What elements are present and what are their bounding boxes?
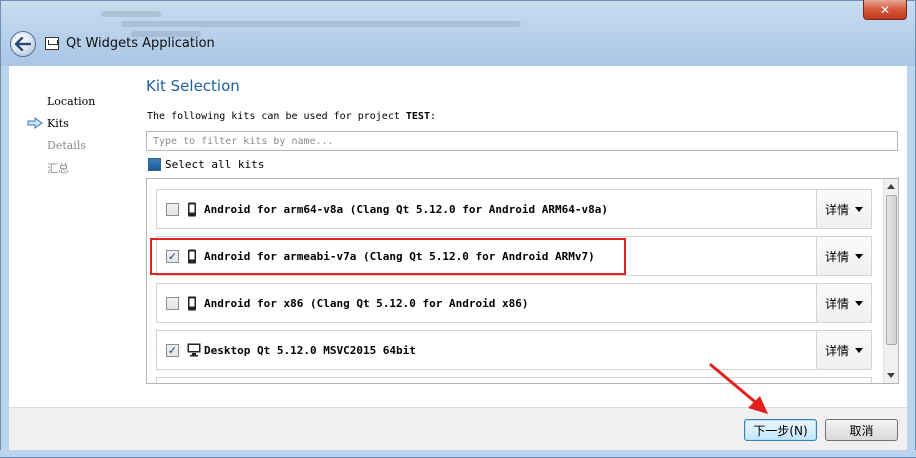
project-name: TEST	[405, 111, 430, 122]
kit-details-button[interactable]: 详情	[816, 331, 871, 369]
scroll-up-icon[interactable]	[887, 184, 895, 189]
next-button[interactable]: 下一步(N)	[744, 419, 817, 441]
phone-icon	[188, 202, 196, 217]
select-all-kits[interactable]: Select all kits	[148, 158, 264, 171]
dropdown-triangle-icon	[855, 347, 863, 353]
description-suffix: :	[429, 111, 437, 122]
kit-details-button[interactable]: 详情	[816, 284, 871, 322]
kit-name: Android for arm64-v8a (Clang Qt 5.12.0 f…	[204, 203, 608, 216]
details-label: 详情	[824, 202, 849, 217]
kit-list-scrollbar[interactable]	[883, 179, 898, 383]
close-icon: ✕	[879, 2, 891, 17]
scroll-thumb[interactable]	[886, 195, 897, 345]
select-all-label: Select all kits	[165, 158, 265, 171]
monitor-icon	[187, 343, 201, 357]
kit-checkbox[interactable]	[166, 203, 179, 216]
back-button[interactable]	[10, 31, 36, 57]
current-step-arrow-icon	[27, 117, 43, 129]
select-all-checkbox[interactable]	[148, 158, 161, 171]
close-button[interactable]: ✕	[863, 0, 907, 20]
step-summary: 汇总	[47, 162, 69, 175]
kit-row: Android for x86 (Clang Qt 5.12.0 for And…	[156, 283, 872, 323]
details-label: 详情	[824, 249, 849, 264]
window-title: Qt Widgets Application	[66, 36, 215, 51]
details-label: 详情	[824, 343, 849, 358]
window-frame-right	[907, 66, 916, 458]
kit-checkbox[interactable]	[166, 297, 179, 310]
dropdown-triangle-icon	[855, 206, 863, 212]
app-icon	[45, 37, 59, 50]
kit-name: Android for x86 (Clang Qt 5.12.0 for And…	[204, 297, 529, 310]
description-prefix: The following kits can be used for proje…	[147, 111, 406, 122]
window-frame-left	[0, 66, 9, 458]
details-label: 详情	[824, 296, 849, 311]
cancel-button[interactable]: 取消	[825, 419, 898, 441]
phone-icon	[188, 296, 196, 311]
dropdown-triangle-icon	[855, 300, 863, 306]
window-frame-bottom	[0, 450, 916, 458]
step-kits: Kits	[47, 117, 69, 130]
dropdown-triangle-icon	[855, 253, 863, 259]
step-details: Details	[47, 139, 86, 152]
kit-filter-input[interactable]	[146, 131, 898, 151]
back-arrow-icon	[15, 37, 31, 51]
kit-list: Android for arm64-v8a (Clang Qt 5.12.0 f…	[146, 178, 899, 384]
kit-details-button[interactable]: 详情	[816, 237, 871, 275]
background-blur	[101, 11, 161, 17]
kit-row: Android for arm64-v8a (Clang Qt 5.12.0 f…	[156, 189, 872, 229]
scroll-down-icon[interactable]	[887, 373, 895, 378]
selected-kit-highlight	[150, 238, 626, 275]
background-blur	[121, 21, 521, 27]
annotation-arrow-icon	[709, 363, 768, 414]
kit-details-button[interactable]: 详情	[816, 190, 871, 228]
page-title: Kit Selection	[146, 77, 240, 95]
title-bar	[0, 0, 916, 66]
kit-name: Desktop Qt 5.12.0 MSVC2015 64bit	[204, 344, 416, 357]
kit-checkbox[interactable]: ✓	[166, 344, 179, 357]
page-description: The following kits can be used for proje…	[147, 111, 436, 122]
step-location: Location	[47, 95, 96, 108]
